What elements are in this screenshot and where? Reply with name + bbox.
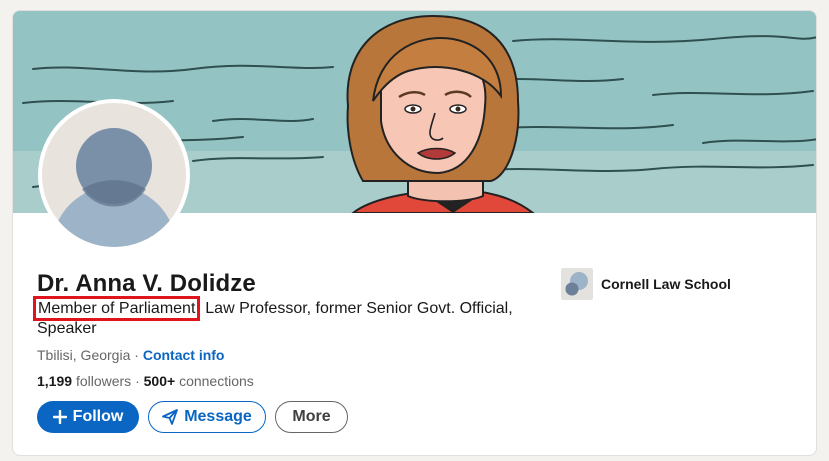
location-row: Tbilisi, Georgia · Contact info — [37, 347, 224, 363]
school-name: Cornell Law School — [601, 276, 731, 292]
location-separator: · — [134, 347, 139, 363]
profile-card: Dr. Anna V. Dolidze Member of Parliament… — [12, 10, 817, 456]
followers-label: followers — [75, 373, 132, 389]
follow-button[interactable]: Follow — [37, 401, 139, 433]
default-avatar-icon — [42, 103, 186, 247]
follow-label: Follow — [72, 408, 124, 425]
more-label: More — [292, 408, 331, 425]
connections-count: 500+ — [143, 373, 176, 389]
profile-avatar[interactable] — [38, 99, 190, 251]
profile-headline: Member of Parliament, Law Professor, for… — [32, 296, 517, 339]
contact-info-link[interactable]: Contact info — [143, 347, 225, 363]
message-button[interactable]: Message — [148, 401, 266, 433]
education-entry[interactable]: Cornell Law School — [561, 267, 731, 301]
profile-name: Dr. Anna V. Dolidze — [37, 270, 256, 297]
plus-icon — [52, 410, 67, 424]
more-button[interactable]: More — [275, 401, 348, 433]
stats-separator: · — [135, 373, 140, 389]
followers-count[interactable]: 1,199 — [37, 373, 72, 389]
connections-label: connections — [179, 373, 254, 389]
message-label: Message — [184, 408, 252, 425]
headline-highlight: Member of Parliament — [32, 296, 201, 321]
send-icon — [162, 409, 179, 425]
school-logo-icon — [561, 268, 593, 300]
location-text: Tbilisi, Georgia — [37, 347, 131, 363]
stats-row: 1,199 followers · 500+ connections — [37, 373, 254, 389]
